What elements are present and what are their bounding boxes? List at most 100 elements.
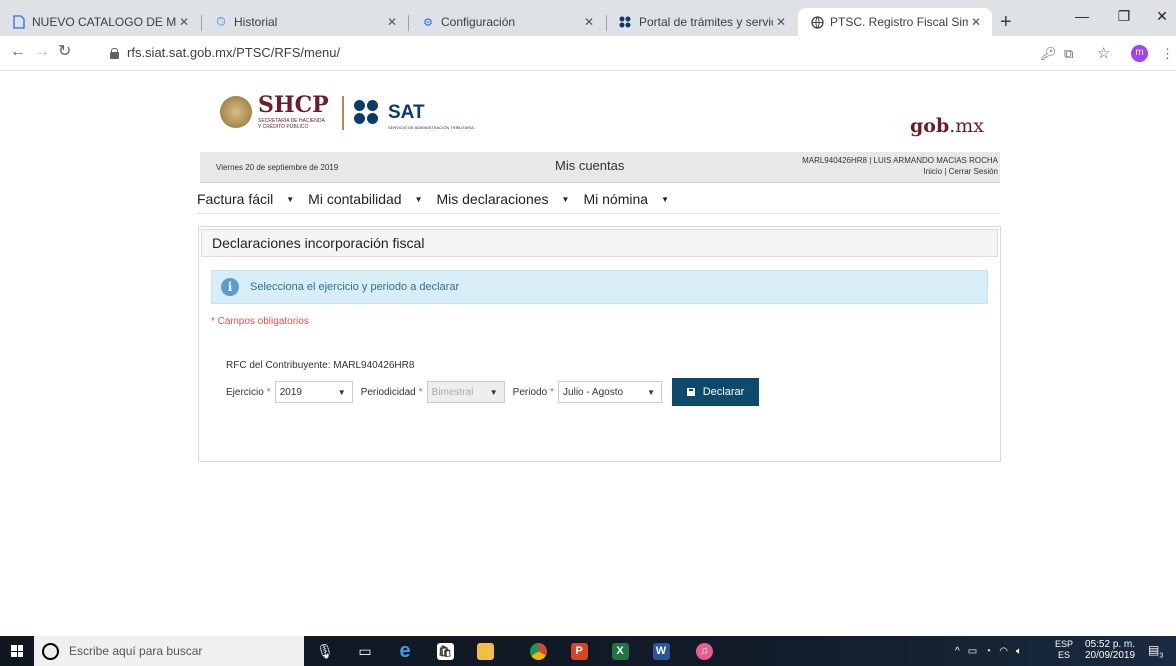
- sat-subtitle: SERVICIO DE ADMINISTRACIÓN TRIBUTARIA: [388, 125, 474, 130]
- declaraciones-panel: Declaraciones incorporación fiscal i Sel…: [198, 226, 1001, 462]
- menu-mi-nomina[interactable]: Mi nómina ▼: [583, 191, 669, 207]
- language-indicator[interactable]: ESP ES: [1055, 639, 1073, 661]
- menu-label: Mi nómina: [583, 191, 649, 207]
- store-icon[interactable]: 🛍︎: [425, 636, 465, 666]
- more-menu-icon[interactable]: ⋮: [1161, 46, 1174, 62]
- info-alert: i Selecciona el ejercicio y periodo a de…: [211, 270, 988, 304]
- tab-label: Portal de trámites y servicios -: [639, 15, 773, 29]
- close-icon[interactable]: ✕: [773, 15, 789, 29]
- notif-count: 3: [1159, 652, 1164, 660]
- restore-button[interactable]: ❐: [1114, 8, 1134, 25]
- system-tray: ^ ▭ ◔ ◠ 🔈︎: [955, 636, 1030, 666]
- task-view-icon[interactable]: ▭: [345, 636, 385, 666]
- cortana-icon: [42, 642, 59, 660]
- profile-avatar[interactable]: m: [1131, 45, 1148, 62]
- current-date: Viernes 20 de septiembre de 2019: [216, 163, 339, 172]
- user-links[interactable]: Inicio | Cerrar Sesión: [923, 167, 998, 176]
- volume-icon[interactable]: 🔈︎: [1016, 646, 1022, 657]
- microphone-icon[interactable]: 🎙︎: [305, 636, 345, 666]
- menu-mis-declaraciones[interactable]: Mis declaraciones ▼: [436, 191, 569, 207]
- required-mark: *: [418, 386, 423, 398]
- shcp-subtitle: SECRETARÍA DE HACIENDA Y CRÉDITO PÚBLICO: [258, 118, 325, 130]
- required-mark: *: [266, 386, 271, 398]
- tab-historial[interactable]: 🕓︎ Historial ✕: [202, 8, 408, 36]
- excel-icon[interactable]: X: [600, 636, 640, 666]
- caret-down-icon: ▼: [414, 194, 423, 204]
- periodo-value: Julio - Agosto: [563, 386, 624, 398]
- tab-ptsc-active[interactable]: PTSC. Registro Fiscal Simplifica ✕: [798, 8, 992, 36]
- alert-text: Selecciona el ejercicio y periodo a decl…: [250, 281, 460, 293]
- section-title: Mis cuentas: [555, 158, 625, 173]
- caret-down-icon: ▼: [661, 194, 669, 204]
- menu-mi-contabilidad[interactable]: Mi contabilidad ▼: [308, 191, 422, 207]
- wifi-icon[interactable]: ◠: [999, 646, 1008, 657]
- close-icon[interactable]: ✕: [176, 15, 192, 29]
- reload-icon[interactable]: ↻: [58, 44, 71, 60]
- new-tab-button[interactable]: +: [1000, 12, 1012, 32]
- key-icon[interactable]: 🔑︎: [1040, 46, 1057, 62]
- star-icon[interactable]: ☆: [1097, 44, 1110, 62]
- word-icon[interactable]: W: [641, 636, 681, 666]
- periodo-select[interactable]: Julio - Agosto ▼: [558, 381, 663, 403]
- language-top: ESP: [1055, 639, 1074, 649]
- document-icon: [12, 15, 26, 29]
- required-mark: *: [550, 386, 555, 398]
- windows-logo-icon: [11, 645, 23, 657]
- periodicidad-select[interactable]: Bimestral ▼: [426, 381, 505, 403]
- gear-icon: ⚙: [423, 16, 433, 29]
- search-placeholder: Escribe aquí para buscar: [69, 644, 203, 658]
- address-bar[interactable]: rfs.siat.sat.gob.mx/PTSC/RFS/menu/: [110, 45, 340, 60]
- chevron-up-icon[interactable]: ^: [955, 646, 960, 657]
- tab-label: Historial: [234, 15, 278, 29]
- itunes-icon[interactable]: ♫: [684, 636, 724, 666]
- menu-label: Factura fácil: [197, 191, 274, 207]
- gob-mx-logo[interactable]: gob.mx: [910, 115, 984, 137]
- ejercicio-select[interactable]: 2019 ▼: [274, 381, 353, 403]
- back-arrow-icon[interactable]: ←: [10, 44, 26, 60]
- notification-icon[interactable]: ▤3: [1148, 643, 1164, 660]
- main-menu: Factura fácil ▼ Mi contabilidad ▼ Mis de…: [197, 185, 1000, 214]
- panel-header: Declaraciones incorporación fiscal: [201, 229, 998, 257]
- sat-dots-icon: [354, 100, 384, 126]
- language-bottom: ES: [1058, 650, 1071, 660]
- ejercicio-value: 2019: [279, 386, 302, 398]
- edge-icon[interactable]: e: [385, 636, 425, 666]
- declarar-button[interactable]: Declarar: [672, 378, 760, 406]
- caret-down-icon: ▼: [337, 387, 346, 397]
- menu-label: Mi contabilidad: [308, 191, 402, 207]
- tab-configuracion[interactable]: ⚙ Configuración ✕: [409, 8, 605, 36]
- history-icon: 🕓︎: [216, 15, 226, 28]
- close-icon[interactable]: ✕: [384, 15, 400, 29]
- browser-toolbar: ← → ↻ rfs.siat.sat.gob.mx/PTSC/RFS/menu/…: [0, 36, 1176, 71]
- start-button[interactable]: [0, 636, 34, 666]
- lock-icon: [110, 47, 119, 59]
- declarar-label: Declarar: [702, 386, 745, 398]
- menu-factura-facil[interactable]: Factura fácil ▼: [197, 191, 294, 207]
- gov-header: SHCP SECRETARÍA DE HACIENDA Y CRÉDITO PÚ…: [200, 90, 1000, 150]
- periodicidad-label: Periodicidad: [360, 386, 416, 398]
- taskbar-search[interactable]: Escribe aquí para buscar: [34, 636, 304, 666]
- minimize-button[interactable]: —: [1072, 8, 1092, 24]
- window-close-button[interactable]: ✕: [1152, 8, 1172, 25]
- forward-arrow-icon[interactable]: →: [34, 44, 50, 60]
- clock-date: 20/09/2019: [1085, 650, 1136, 661]
- shcp-logo-text: SHCP: [258, 92, 329, 118]
- file-explorer-icon[interactable]: [465, 636, 505, 666]
- windows-taskbar: Escribe aquí para buscar 🎙︎ ▭ e 🛍︎ P X W…: [0, 636, 1176, 666]
- powerpoint-icon[interactable]: P: [559, 636, 599, 666]
- close-icon[interactable]: ✕: [968, 15, 984, 29]
- clock-time: 05:52 p. m.: [1085, 639, 1136, 650]
- battery-icon[interactable]: ▭: [968, 646, 977, 657]
- close-icon[interactable]: ✕: [581, 15, 597, 29]
- periodicidad-value: Bimestral: [431, 386, 474, 398]
- tab-portal[interactable]: Portal de trámites y servicios - ✕: [607, 8, 797, 36]
- caret-down-icon: ▼: [286, 194, 295, 204]
- chrome-icon[interactable]: [518, 636, 558, 666]
- translate-icon[interactable]: ⧉: [1064, 46, 1073, 62]
- tab-catalogo[interactable]: NUEVO CATALOGO DE METOD ✕: [0, 8, 200, 36]
- save-icon: [686, 388, 695, 396]
- taskbar-clock[interactable]: 05:52 p. m. 20/09/2019: [1085, 639, 1135, 661]
- sat-icon: [619, 15, 633, 29]
- network-icon[interactable]: ◔: [985, 646, 991, 657]
- required-note: * Campos obligatorios: [211, 316, 309, 327]
